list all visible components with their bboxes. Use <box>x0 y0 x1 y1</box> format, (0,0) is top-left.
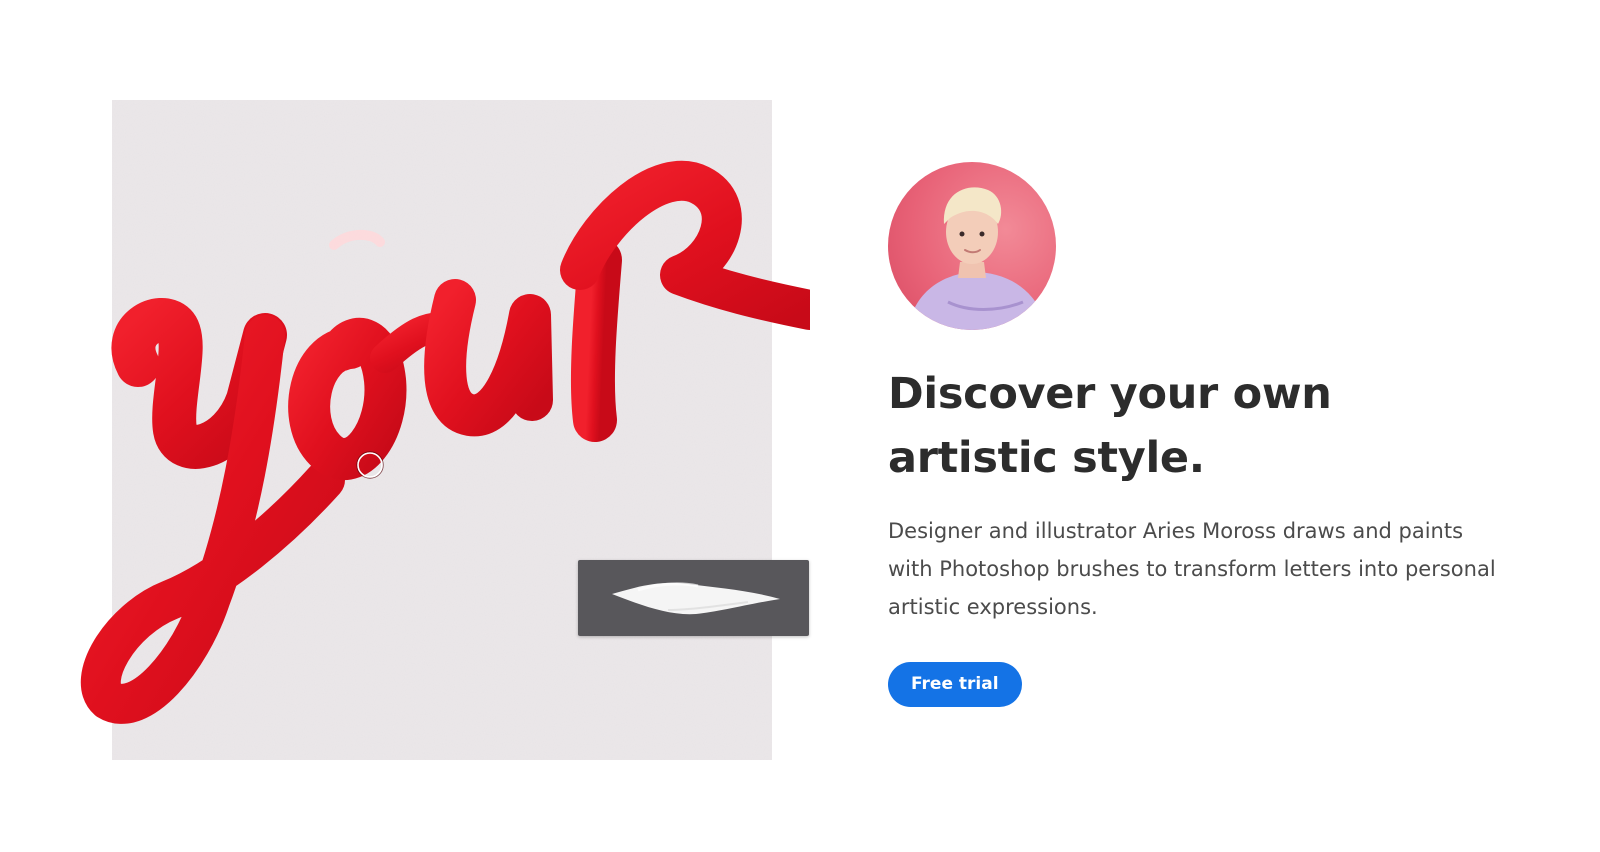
promo-content: Discover your own artistic style. Design… <box>888 162 1528 707</box>
headline: Discover your own artistic style. <box>888 369 1332 483</box>
free-trial-button[interactable]: Free trial <box>888 662 1022 707</box>
description: Designer and illustrator Aries Moross dr… <box>888 519 1496 619</box>
artist-avatar <box>888 162 1056 330</box>
promo-page: Discover your own artistic style. Design… <box>0 0 1600 852</box>
brush-stroke-preview <box>612 582 780 615</box>
brush-preview-panel <box>578 560 809 636</box>
lettering-artwork <box>80 100 810 760</box>
